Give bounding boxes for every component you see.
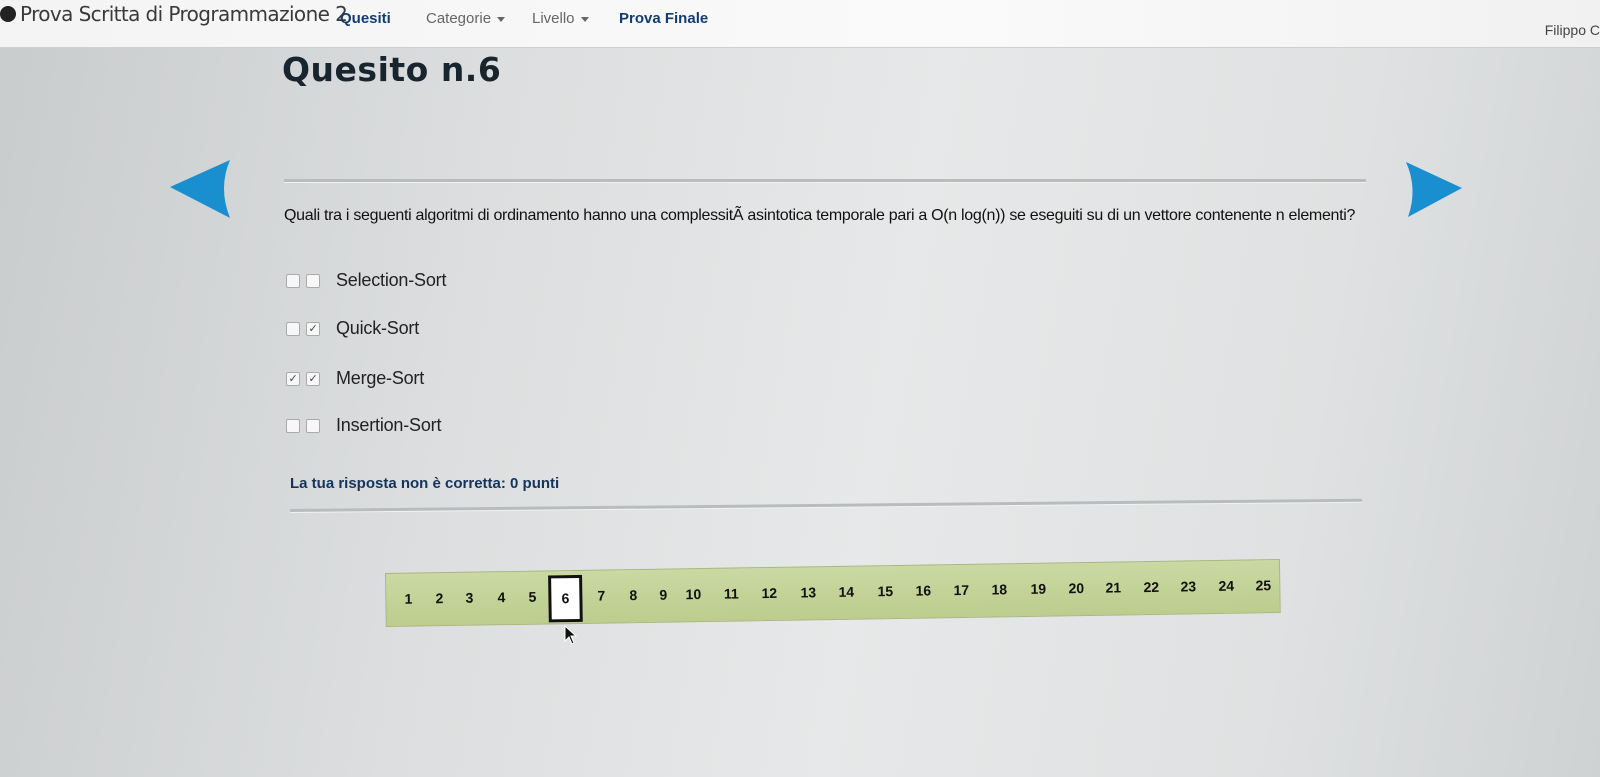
checkbox-icon[interactable]: [306, 418, 320, 433]
nav-quesiti[interactable]: Quesiti: [340, 10, 391, 27]
page-button-7[interactable]: 7: [586, 587, 616, 604]
option-selection-sort[interactable]: Selection-Sort: [286, 270, 446, 291]
page-button-18[interactable]: 18: [984, 581, 1014, 597]
checkbox-icon[interactable]: [286, 273, 300, 288]
page-button-21[interactable]: 21: [1098, 579, 1128, 595]
result-feedback: La tua risposta non è corretta: 0 punti: [290, 475, 560, 492]
checkbox-icon[interactable]: [306, 273, 320, 288]
checkbox-icon[interactable]: ✓: [306, 321, 320, 336]
brand-icon: [0, 6, 16, 22]
page-button-22[interactable]: 22: [1136, 579, 1166, 595]
page-title: Quesito n.6: [282, 50, 502, 89]
checkbox-icon[interactable]: [286, 418, 300, 433]
next-arrow-icon: [1406, 162, 1462, 217]
option-quick-sort[interactable]: ✓ Quick-Sort: [286, 318, 419, 339]
nav-categorie-dropdown[interactable]: Categorie: [426, 10, 506, 27]
page-button-4[interactable]: 4: [486, 589, 516, 605]
question-pager: 1 2 3 4 5 6 7 8 9 10 11 12 13 14 15 16 17 18 19 20 21 22 23 24 2…: [385, 558, 1281, 627]
nav-livello-label: Livello: [532, 10, 575, 27]
page-button-23[interactable]: 23: [1173, 578, 1203, 594]
option-label: Selection-Sort: [336, 270, 447, 290]
top-navbar: Prova Scritta di Programmazione 2 Quesit…: [0, 0, 1600, 48]
option-label: Quick-Sort: [336, 318, 420, 338]
page-button-20[interactable]: 20: [1061, 580, 1091, 596]
chevron-down-icon: [497, 16, 506, 22]
divider-bottom: [290, 498, 1362, 512]
user-name[interactable]: Filippo C: [1545, 22, 1600, 38]
page-button-13[interactable]: 13: [793, 584, 823, 600]
option-label: Merge-Sort: [336, 368, 425, 388]
nav-livello-dropdown[interactable]: Livello: [532, 10, 589, 27]
nav-categorie-label: Categorie: [426, 10, 492, 27]
divider-top: [284, 179, 1366, 182]
page-button-25[interactable]: 25: [1248, 577, 1278, 593]
checkbox-icon[interactable]: [286, 321, 300, 336]
mouse-cursor-icon: [564, 624, 578, 650]
page-button-6[interactable]: 6: [548, 574, 583, 623]
brand[interactable]: Prova Scritta di Programmazione 2: [0, 2, 348, 26]
page-button-10[interactable]: 10: [678, 586, 708, 602]
page-button-16[interactable]: 16: [908, 582, 938, 598]
page-button-9[interactable]: 9: [648, 586, 678, 603]
page-button-24[interactable]: 24: [1211, 578, 1241, 594]
page-button-14[interactable]: 14: [831, 584, 861, 600]
page-button-17[interactable]: 17: [946, 582, 976, 598]
page-button-5[interactable]: 5: [517, 588, 547, 605]
page-button-2[interactable]: 2: [424, 590, 454, 606]
page-button-12[interactable]: 12: [754, 585, 784, 601]
option-merge-sort[interactable]: ✓ ✓ Merge-Sort: [286, 368, 424, 389]
prev-question-button[interactable]: [170, 160, 232, 218]
nav-prova-finale[interactable]: Prova Finale: [619, 10, 708, 27]
page-button-1[interactable]: 1: [393, 590, 423, 607]
page-button-8[interactable]: 8: [618, 587, 648, 603]
page-button-15[interactable]: 15: [870, 583, 900, 599]
checkbox-icon[interactable]: ✓: [286, 371, 300, 386]
page-button-19[interactable]: 19: [1023, 581, 1053, 597]
prev-arrow-icon: [170, 160, 230, 218]
page-button-3[interactable]: 3: [454, 589, 484, 606]
option-insertion-sort[interactable]: Insertion-Sort: [286, 415, 441, 436]
checkbox-icon[interactable]: ✓: [306, 371, 320, 386]
page-button-11[interactable]: 11: [716, 585, 746, 601]
chevron-down-icon: [580, 16, 589, 22]
question-text: Quali tra i seguenti algoritmi di ordina…: [284, 207, 1356, 224]
next-question-button[interactable]: [1406, 162, 1462, 217]
brand-title: Prova Scritta di Programmazione 2: [20, 2, 348, 26]
option-label: Insertion-Sort: [336, 415, 442, 435]
